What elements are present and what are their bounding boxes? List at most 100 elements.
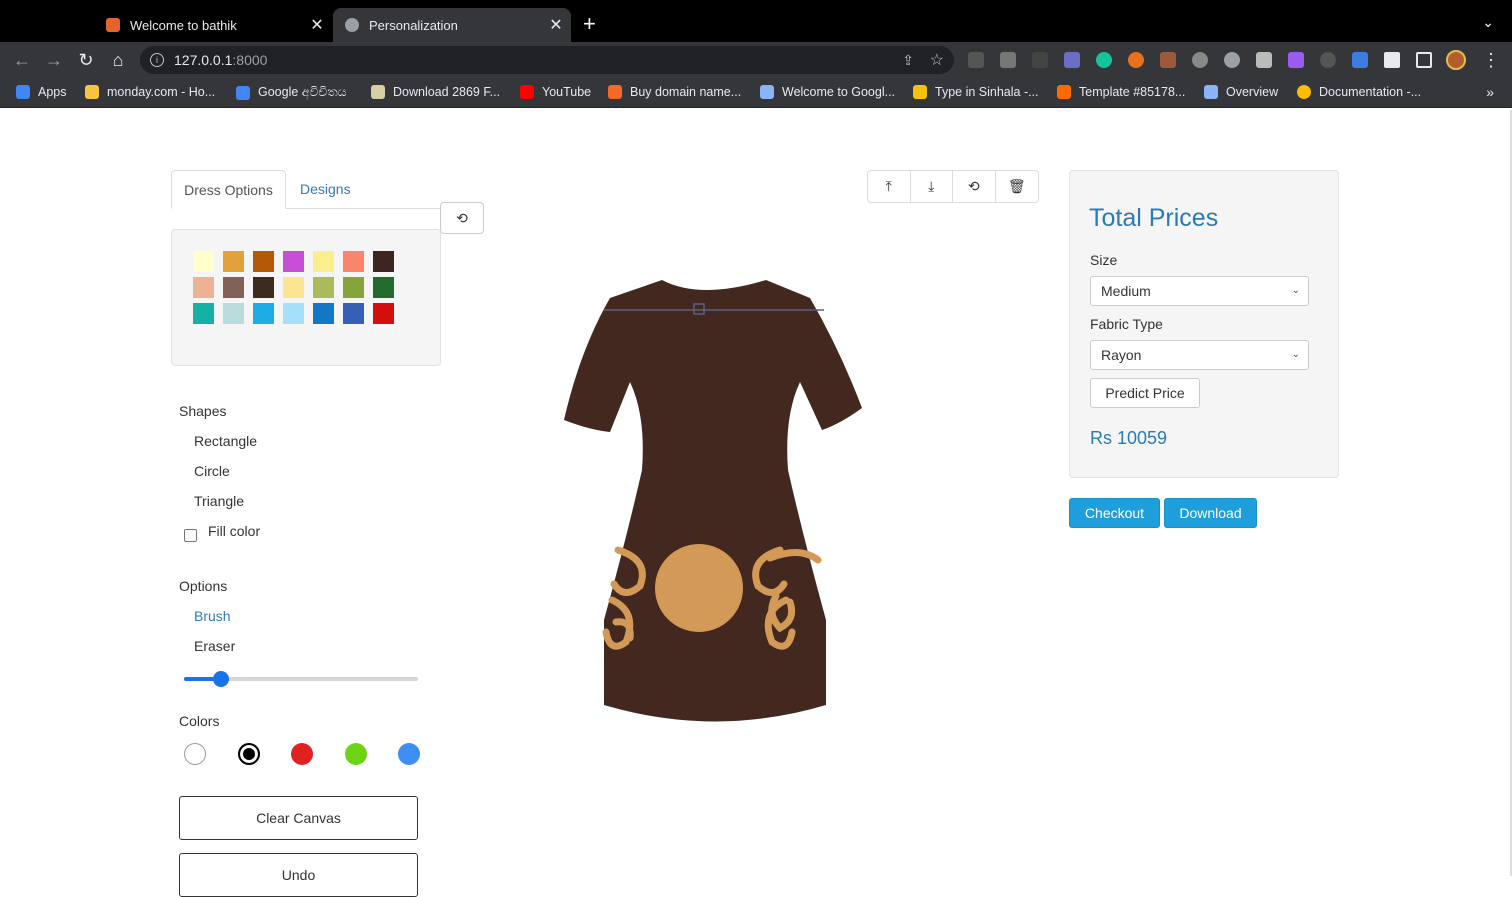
pattern-circle[interactable]: [655, 544, 743, 632]
options-heading: Options: [179, 578, 228, 594]
grammarly-icon[interactable]: [1096, 52, 1112, 68]
rotate-reset-button[interactable]: ⟲: [440, 202, 484, 234]
new-tab-button[interactable]: +: [583, 13, 596, 35]
brush-color-option[interactable]: [344, 743, 367, 765]
chrome-menu-icon[interactable]: ⋮: [1482, 50, 1500, 71]
back-icon[interactable]: ←: [12, 50, 32, 70]
brush-size-slider[interactable]: [184, 671, 418, 687]
bookmark-google-translate[interactable]: Google අවිචිතය: [236, 85, 347, 100]
color-swatch[interactable]: [373, 251, 394, 272]
slider-thumb[interactable]: [213, 671, 230, 687]
tab-designs[interactable]: Designs: [288, 170, 363, 209]
send-to-back-icon[interactable]: ⤓: [911, 171, 953, 202]
extension-icon[interactable]: [968, 52, 984, 68]
shape-rectangle[interactable]: Rectangle: [194, 433, 257, 449]
bookmark-monday[interactable]: monday.com - Ho...: [85, 85, 215, 99]
bookmark-google-cloud[interactable]: Welcome to Googl...: [760, 85, 895, 99]
option-eraser[interactable]: Eraser: [194, 638, 235, 654]
browser-toolbar: ← → ↻ ⌂ i 127.0.0.1:8000 ⇪ ☆ ⋮: [0, 42, 1512, 78]
camera-extension-icon[interactable]: [1192, 52, 1208, 68]
size-select[interactable]: Medium ⌄: [1090, 276, 1309, 306]
tab-title: Personalization: [369, 17, 458, 33]
clear-canvas-button[interactable]: Clear Canvas: [179, 796, 418, 840]
shape-circle[interactable]: Circle: [194, 463, 230, 479]
tab-close-icon[interactable]: ✕: [547, 15, 565, 35]
checkout-button[interactable]: Checkout: [1069, 498, 1160, 528]
color-swatch[interactable]: [193, 303, 214, 324]
extension-icon[interactable]: [1224, 52, 1240, 68]
extension-icon[interactable]: [1256, 52, 1272, 68]
color-swatch[interactable]: [283, 303, 304, 324]
forward-icon[interactable]: →: [44, 50, 64, 70]
heart-icon: [1057, 85, 1071, 99]
fabric-type-select[interactable]: Rayon ⌄: [1090, 340, 1309, 370]
puzzle-icon[interactable]: [1384, 52, 1400, 68]
predict-price-button[interactable]: Predict Price: [1090, 378, 1200, 408]
extension-icon[interactable]: [1032, 52, 1048, 68]
extension-icon[interactable]: [1000, 52, 1016, 68]
color-swatch[interactable]: [313, 303, 334, 324]
brush-color-option[interactable]: [291, 743, 313, 765]
color-swatch[interactable]: [253, 277, 274, 298]
download-button[interactable]: Download: [1164, 498, 1257, 528]
extension-icon[interactable]: [1160, 52, 1176, 68]
color-swatch[interactable]: [193, 277, 214, 298]
profile-avatar[interactable]: [1446, 50, 1466, 70]
color-swatch[interactable]: [193, 251, 214, 272]
bookmark-youtube[interactable]: YouTube: [520, 85, 591, 99]
browser-tab-personalization[interactable]: Personalization ✕: [333, 8, 571, 42]
brush-color-option[interactable]: [184, 743, 206, 765]
bookmark-overview[interactable]: Overview: [1204, 85, 1278, 99]
color-swatch[interactable]: [223, 251, 244, 272]
color-swatch[interactable]: [343, 251, 364, 272]
globe-favicon-icon: [345, 18, 359, 32]
browser-tab-welcome[interactable]: Welcome to bathik ✕: [96, 8, 332, 42]
site-info-icon[interactable]: i: [150, 53, 164, 67]
rotate-icon[interactable]: ⟲: [953, 171, 996, 202]
extension-icon[interactable]: [1064, 52, 1080, 68]
color-swatch[interactable]: [253, 303, 274, 324]
bookmark-apps[interactable]: Apps: [16, 85, 67, 99]
brush-color-option[interactable]: [398, 743, 420, 765]
url-text[interactable]: 127.0.0.1:8000: [174, 52, 267, 68]
color-swatch[interactable]: [343, 277, 364, 298]
color-swatch[interactable]: [313, 251, 334, 272]
bookmark-domain[interactable]: Buy domain name...: [608, 85, 741, 99]
color-swatch[interactable]: [313, 277, 334, 298]
color-swatch[interactable]: [223, 277, 244, 298]
bring-to-front-icon[interactable]: ⤒: [868, 171, 911, 202]
reload-icon[interactable]: ↻: [76, 50, 96, 70]
design-canvas[interactable]: [540, 260, 900, 740]
address-bar[interactable]: i 127.0.0.1:8000 ⇪ ☆: [140, 46, 954, 74]
color-swatch[interactable]: [253, 251, 274, 272]
bookmark-documentation[interactable]: Documentation -...: [1297, 85, 1421, 99]
extension-icon[interactable]: [1128, 52, 1144, 68]
extension-icon[interactable]: [1320, 52, 1336, 68]
tab-search-icon[interactable]: ⌄: [1482, 14, 1494, 31]
color-swatch[interactable]: [283, 277, 304, 298]
extension-icon[interactable]: [1288, 52, 1304, 68]
undo-button[interactable]: Undo: [179, 853, 418, 897]
bookmark-sinhala[interactable]: Type in Sinhala -...: [913, 85, 1039, 99]
option-brush[interactable]: Brush: [194, 608, 231, 624]
color-swatch[interactable]: [373, 303, 394, 324]
home-icon[interactable]: ⌂: [108, 50, 128, 70]
price-panel: Total Prices Size Medium ⌄ Fabric Type R…: [1069, 170, 1339, 478]
extension-icon[interactable]: [1352, 52, 1368, 68]
bookmark-download[interactable]: Download 2869 F...: [371, 85, 500, 99]
color-swatch[interactable]: [223, 303, 244, 324]
bookmark-star-icon[interactable]: ☆: [930, 50, 944, 70]
tab-close-icon[interactable]: ✕: [308, 15, 326, 35]
more-bookmarks-icon[interactable]: »: [1486, 84, 1494, 100]
trash-icon[interactable]: 🗑: [996, 171, 1038, 202]
brush-color-option[interactable]: [237, 743, 260, 765]
tab-dress-options[interactable]: Dress Options: [171, 170, 286, 209]
shape-triangle[interactable]: Triangle: [194, 493, 244, 509]
fill-color-checkbox[interactable]: [184, 529, 197, 542]
share-icon[interactable]: ⇪: [902, 52, 914, 69]
color-swatch[interactable]: [283, 251, 304, 272]
bookmark-template[interactable]: Template #85178...: [1057, 85, 1185, 99]
color-swatch[interactable]: [343, 303, 364, 324]
sidebar-icon[interactable]: [1416, 52, 1432, 68]
color-swatch[interactable]: [373, 277, 394, 298]
